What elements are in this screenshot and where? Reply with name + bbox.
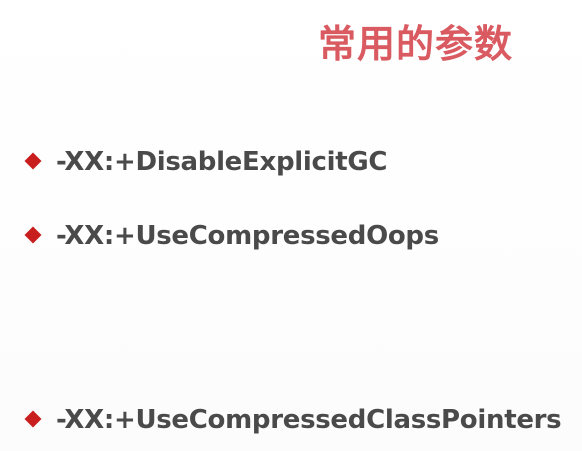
slide-title: 常用的参数 [318, 22, 514, 66]
bullet-text: -XX:+UseCompressedClassPointers [56, 405, 562, 435]
bullet-text: -XX:+UseCompressedOops [56, 221, 439, 251]
bullet-item: -XX:+UseCompressedOops [0, 214, 582, 258]
diamond-bullet-icon [24, 226, 42, 244]
slide: 常用的参数 -XX:+DisableExplicitGC -XX:+UseCom… [0, 0, 582, 451]
bullet-text: -XX:+DisableExplicitGC [56, 147, 388, 177]
diamond-bullet-icon [24, 152, 42, 170]
diamond-bullet-icon [24, 410, 42, 428]
bullet-item: -XX:+DisableExplicitGC [0, 140, 582, 184]
bullet-item: -XX:+UseCompressedClassPointers [0, 398, 582, 442]
